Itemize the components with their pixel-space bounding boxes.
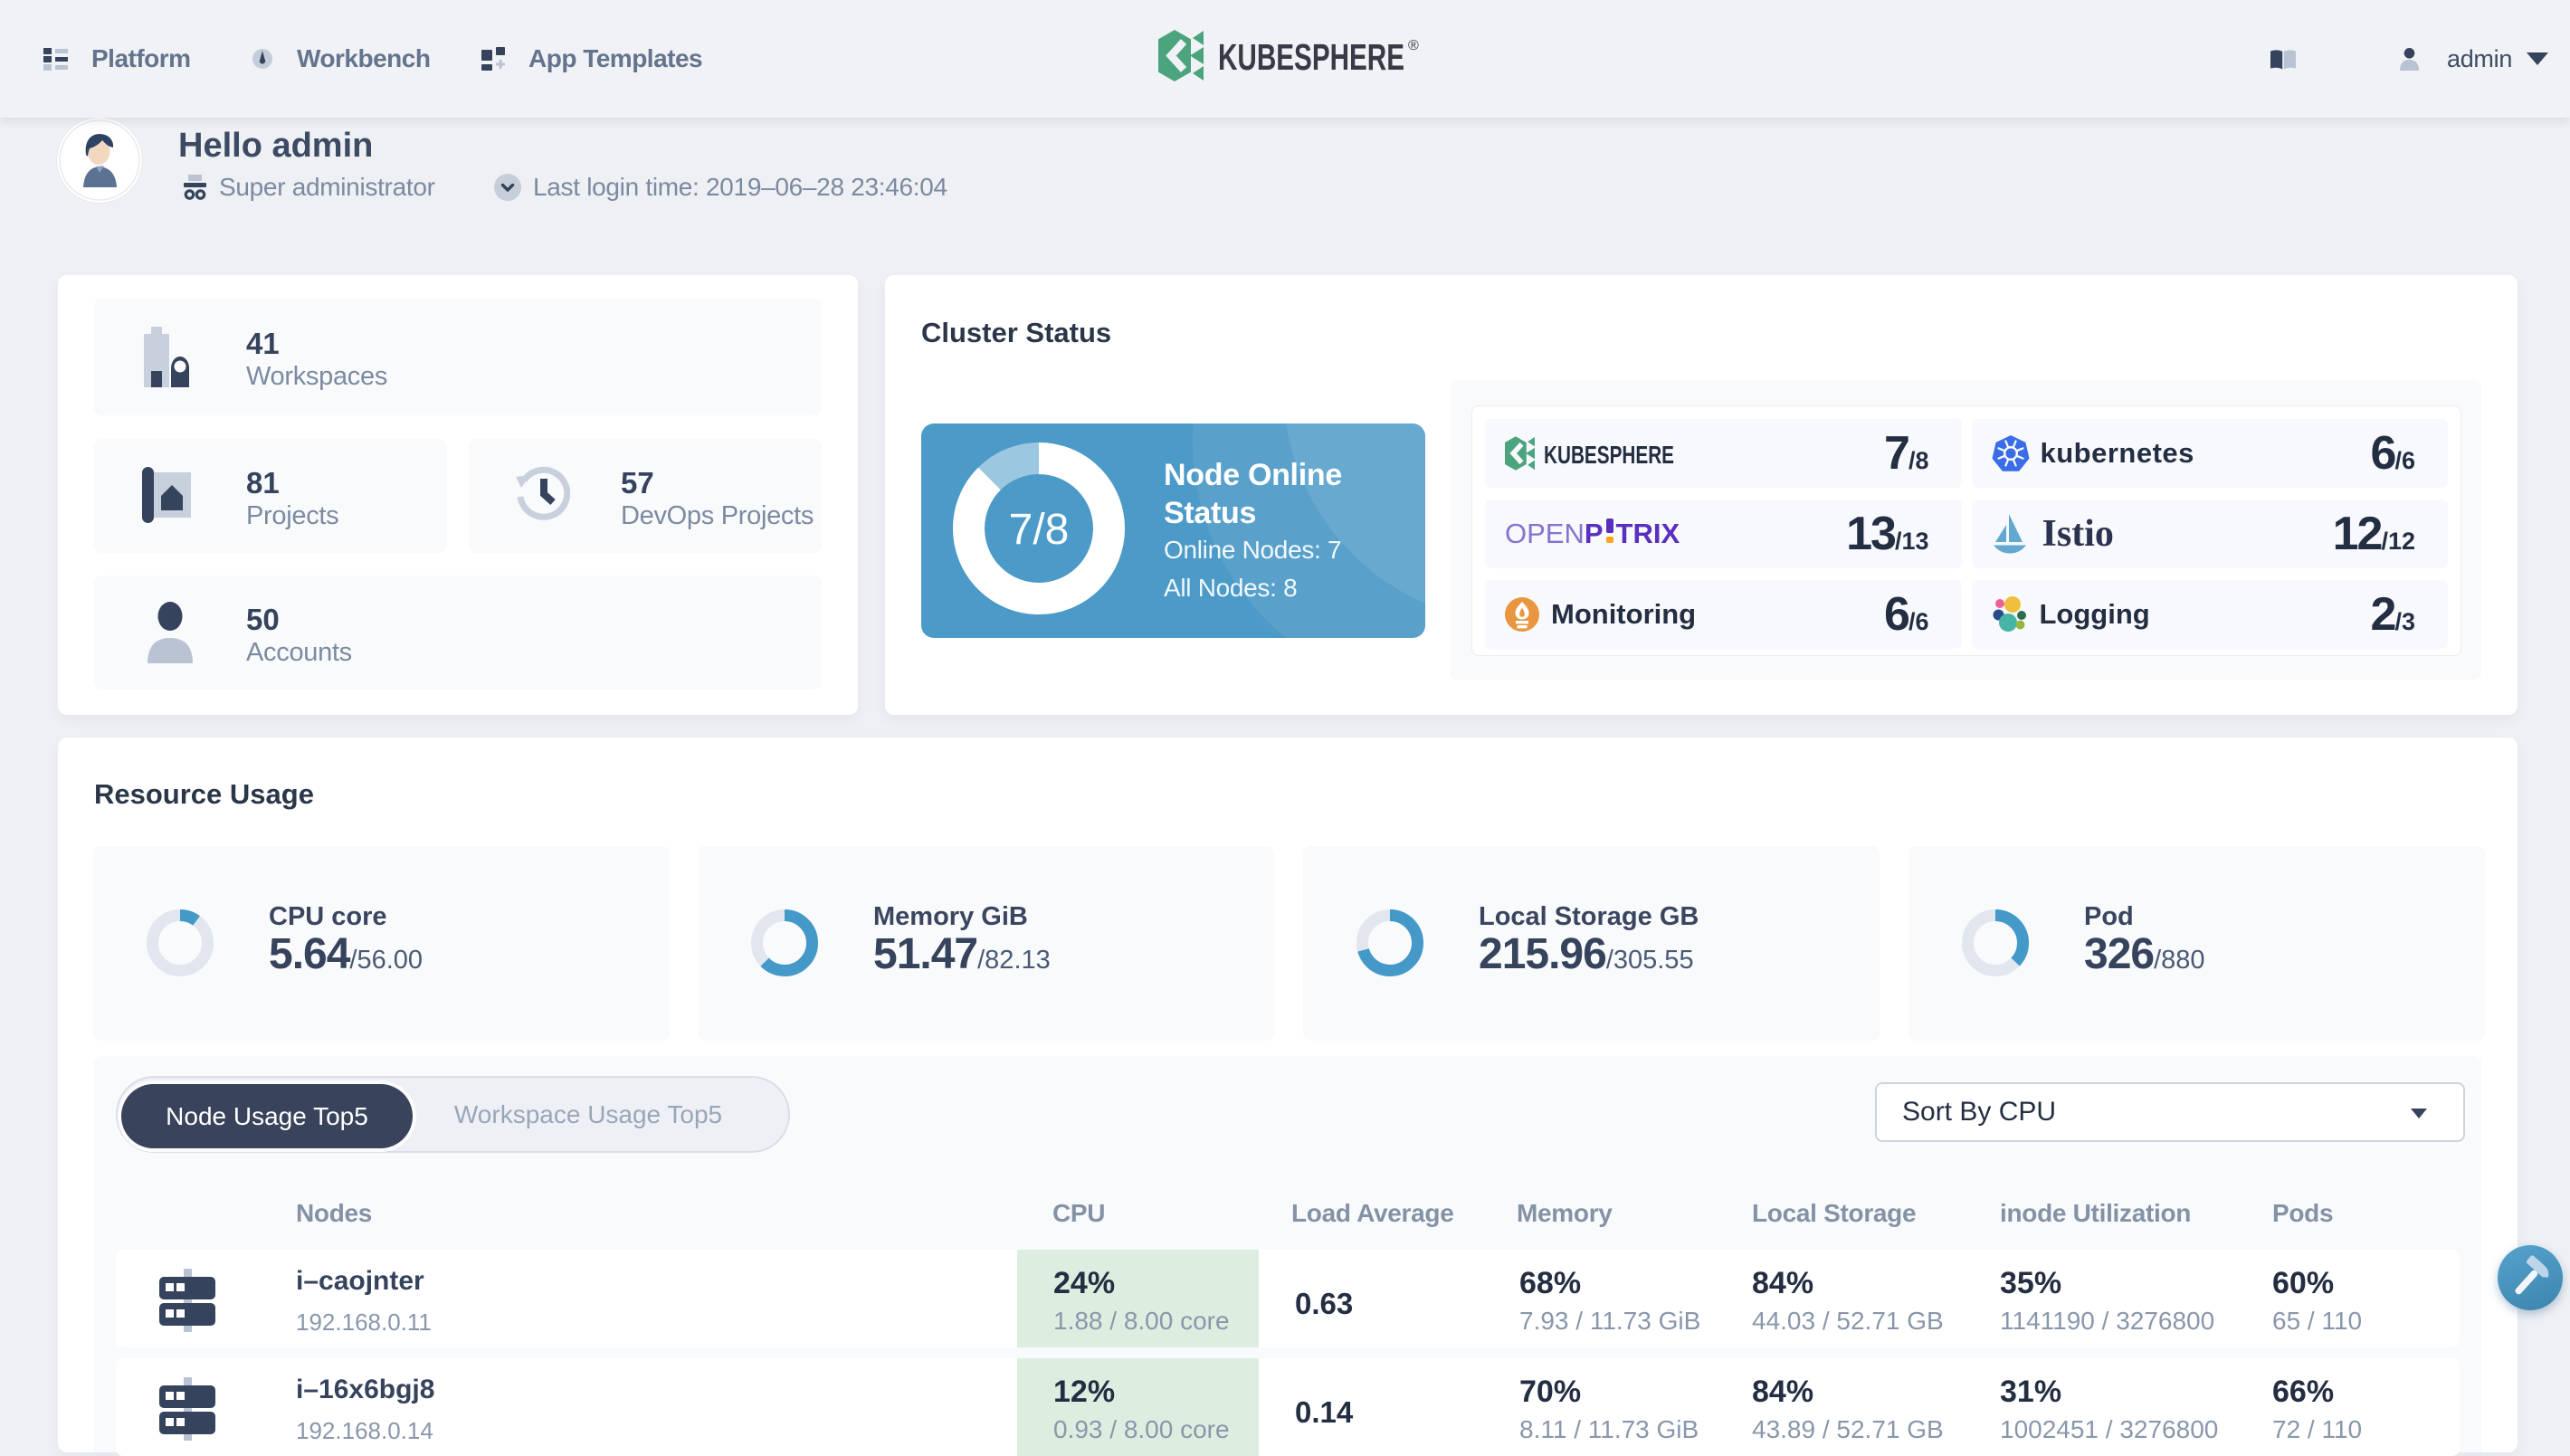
svg-text:KUBESPHERE: KUBESPHERE bbox=[1544, 441, 1674, 469]
svg-text:KUBESPHERE: KUBESPHERE bbox=[1218, 36, 1404, 78]
svg-text:7/8: 7/8 bbox=[1009, 506, 1070, 554]
svg-text:®: ® bbox=[1408, 38, 1419, 53]
